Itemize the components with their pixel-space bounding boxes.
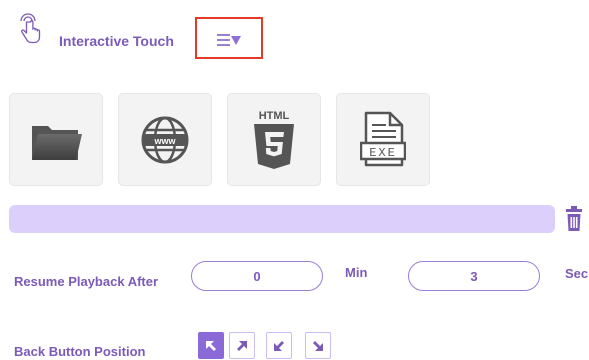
arrow-down-left-icon (274, 340, 284, 351)
folder-icon (32, 125, 82, 160)
tile-folder[interactable] (9, 93, 103, 186)
globe-www-icon: www (141, 116, 189, 163)
arrow-up-left-icon (206, 340, 216, 351)
list-dropdown-button[interactable] (195, 17, 263, 59)
position-top-right-button[interactable] (229, 332, 255, 359)
sec-unit-label: Sec (565, 266, 589, 281)
position-top-left-button[interactable] (198, 332, 224, 359)
list-dropdown-icon (217, 32, 245, 48)
exe-file-icon: EXE (360, 111, 406, 166)
min-unit-label: Min (345, 265, 368, 280)
html5-label: HTML (259, 110, 290, 122)
svg-text:www: www (153, 136, 176, 146)
resume-playback-label: Resume Playback After (14, 274, 159, 289)
tile-exe[interactable]: EXE (336, 93, 430, 186)
arrow-down-right-icon (313, 340, 323, 351)
back-button-position-label: Back Button Position (14, 344, 146, 359)
trash-icon[interactable] (566, 206, 582, 231)
tile-html5[interactable]: HTML (227, 93, 321, 186)
resume-min-input[interactable] (191, 261, 323, 291)
panel-title: Interactive Touch (59, 33, 174, 49)
touch-hand-icon (16, 12, 42, 46)
exe-label: EXE (369, 146, 397, 160)
arrow-up-right-icon (237, 340, 247, 351)
position-bottom-right-button[interactable] (305, 332, 331, 359)
tile-web[interactable]: www (118, 93, 212, 186)
html5-icon: HTML (254, 110, 294, 169)
position-bottom-left-button[interactable] (266, 332, 292, 359)
resume-sec-input[interactable] (408, 261, 540, 291)
selected-source-bar[interactable] (9, 205, 555, 233)
